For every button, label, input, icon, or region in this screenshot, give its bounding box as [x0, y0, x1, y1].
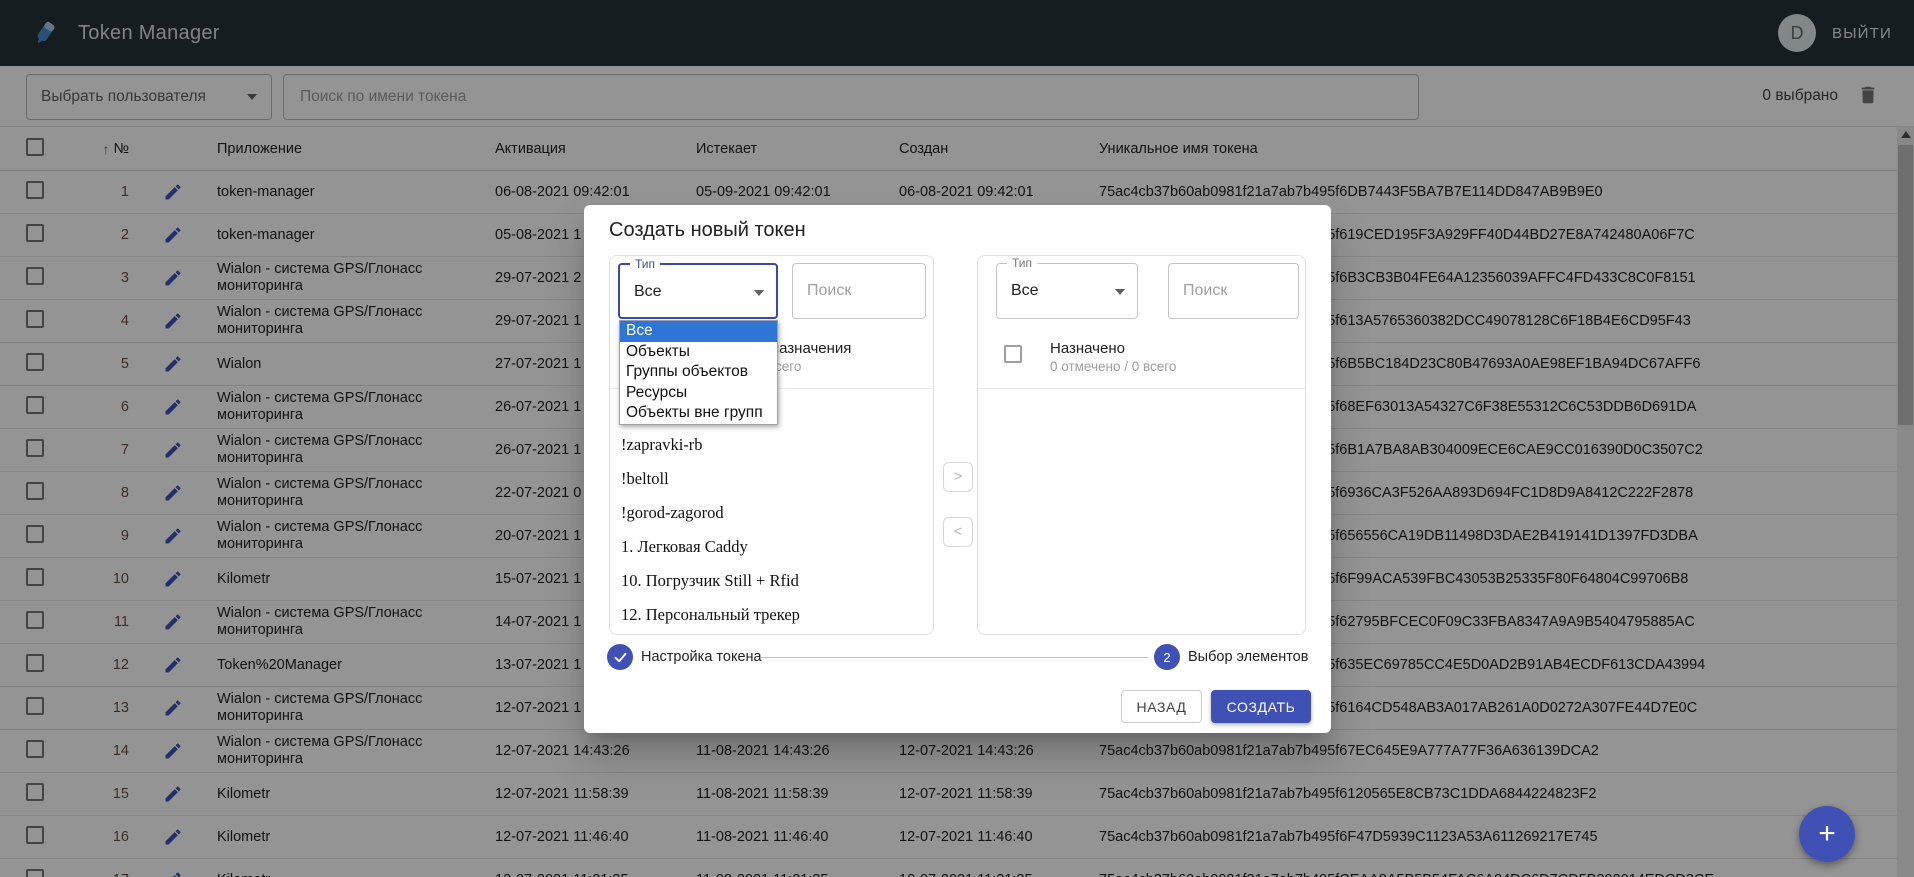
- create-token-dialog: Создать новый токен Тип Все Объекты для …: [584, 205, 1331, 733]
- dropdown-option[interactable]: Все: [620, 321, 777, 342]
- dropdown-option[interactable]: Группы объектов: [620, 362, 777, 383]
- step2-label: Выбор элементов: [1188, 649, 1308, 665]
- dropdown-option[interactable]: Объекты: [620, 342, 777, 363]
- right-type-value: Все: [1011, 282, 1039, 300]
- right-search-input[interactable]: [1168, 263, 1299, 319]
- dropdown-option[interactable]: Объекты вне групп: [620, 403, 777, 424]
- plus-icon: +: [1818, 817, 1836, 850]
- type-dropdown-popup: ВсеОбъектыГруппы объектовРесурсыОбъекты …: [619, 320, 778, 425]
- available-items-panel: Тип Все Объекты для назначения 0 отмечен…: [609, 255, 934, 635]
- available-items-list: !zapravki-rb!beltoll!gorod-zagorod1. Лег…: [621, 428, 921, 632]
- screen: Token Manager D ВЫЙТИ Выбрать пользовате…: [0, 0, 1914, 877]
- stepper-connector: [760, 657, 1148, 658]
- step1-label: Настройка токена: [641, 649, 762, 665]
- right-checkbox-label: Назначено: [1050, 340, 1125, 357]
- move-left-button[interactable]: <: [943, 517, 973, 547]
- left-type-select[interactable]: Тип Все: [618, 263, 778, 319]
- right-checkbox-counts: 0 отмечено / 0 всего: [1050, 359, 1176, 374]
- move-right-button[interactable]: >: [943, 462, 973, 492]
- panel-divider: [978, 388, 1305, 389]
- left-type-label: Тип: [630, 257, 660, 271]
- back-button[interactable]: НАЗАД: [1121, 690, 1202, 723]
- list-item[interactable]: 1. Легковая Caddy: [621, 530, 921, 564]
- chevron-down-icon: [754, 290, 764, 296]
- list-item[interactable]: !zapravki-rb: [621, 428, 921, 462]
- list-item[interactable]: 10. Погрузчик Still + Rfid: [621, 564, 921, 598]
- list-item[interactable]: !gorod-zagorod: [621, 496, 921, 530]
- step2-circle[interactable]: 2: [1154, 644, 1180, 670]
- create-button[interactable]: СОЗДАТЬ: [1211, 690, 1311, 723]
- chevron-down-icon: [1115, 289, 1125, 295]
- left-type-value: Все: [634, 283, 662, 301]
- add-token-fab[interactable]: +: [1799, 806, 1855, 862]
- list-item[interactable]: !beltoll: [621, 462, 921, 496]
- right-type-select[interactable]: Тип Все: [996, 263, 1138, 319]
- assigned-items-panel: Тип Все Назначено 0 отмечено / 0 всего: [977, 255, 1306, 635]
- dialog-title: Создать новый токен: [609, 219, 806, 242]
- step1-complete-icon[interactable]: [607, 644, 633, 670]
- left-search-input[interactable]: [792, 263, 926, 319]
- check-icon: [613, 650, 628, 665]
- right-select-all-checkbox[interactable]: [1004, 345, 1022, 363]
- list-item[interactable]: 12. Персональный трекер: [621, 598, 921, 632]
- right-type-label: Тип: [1007, 256, 1037, 270]
- dropdown-option[interactable]: Ресурсы: [620, 383, 777, 404]
